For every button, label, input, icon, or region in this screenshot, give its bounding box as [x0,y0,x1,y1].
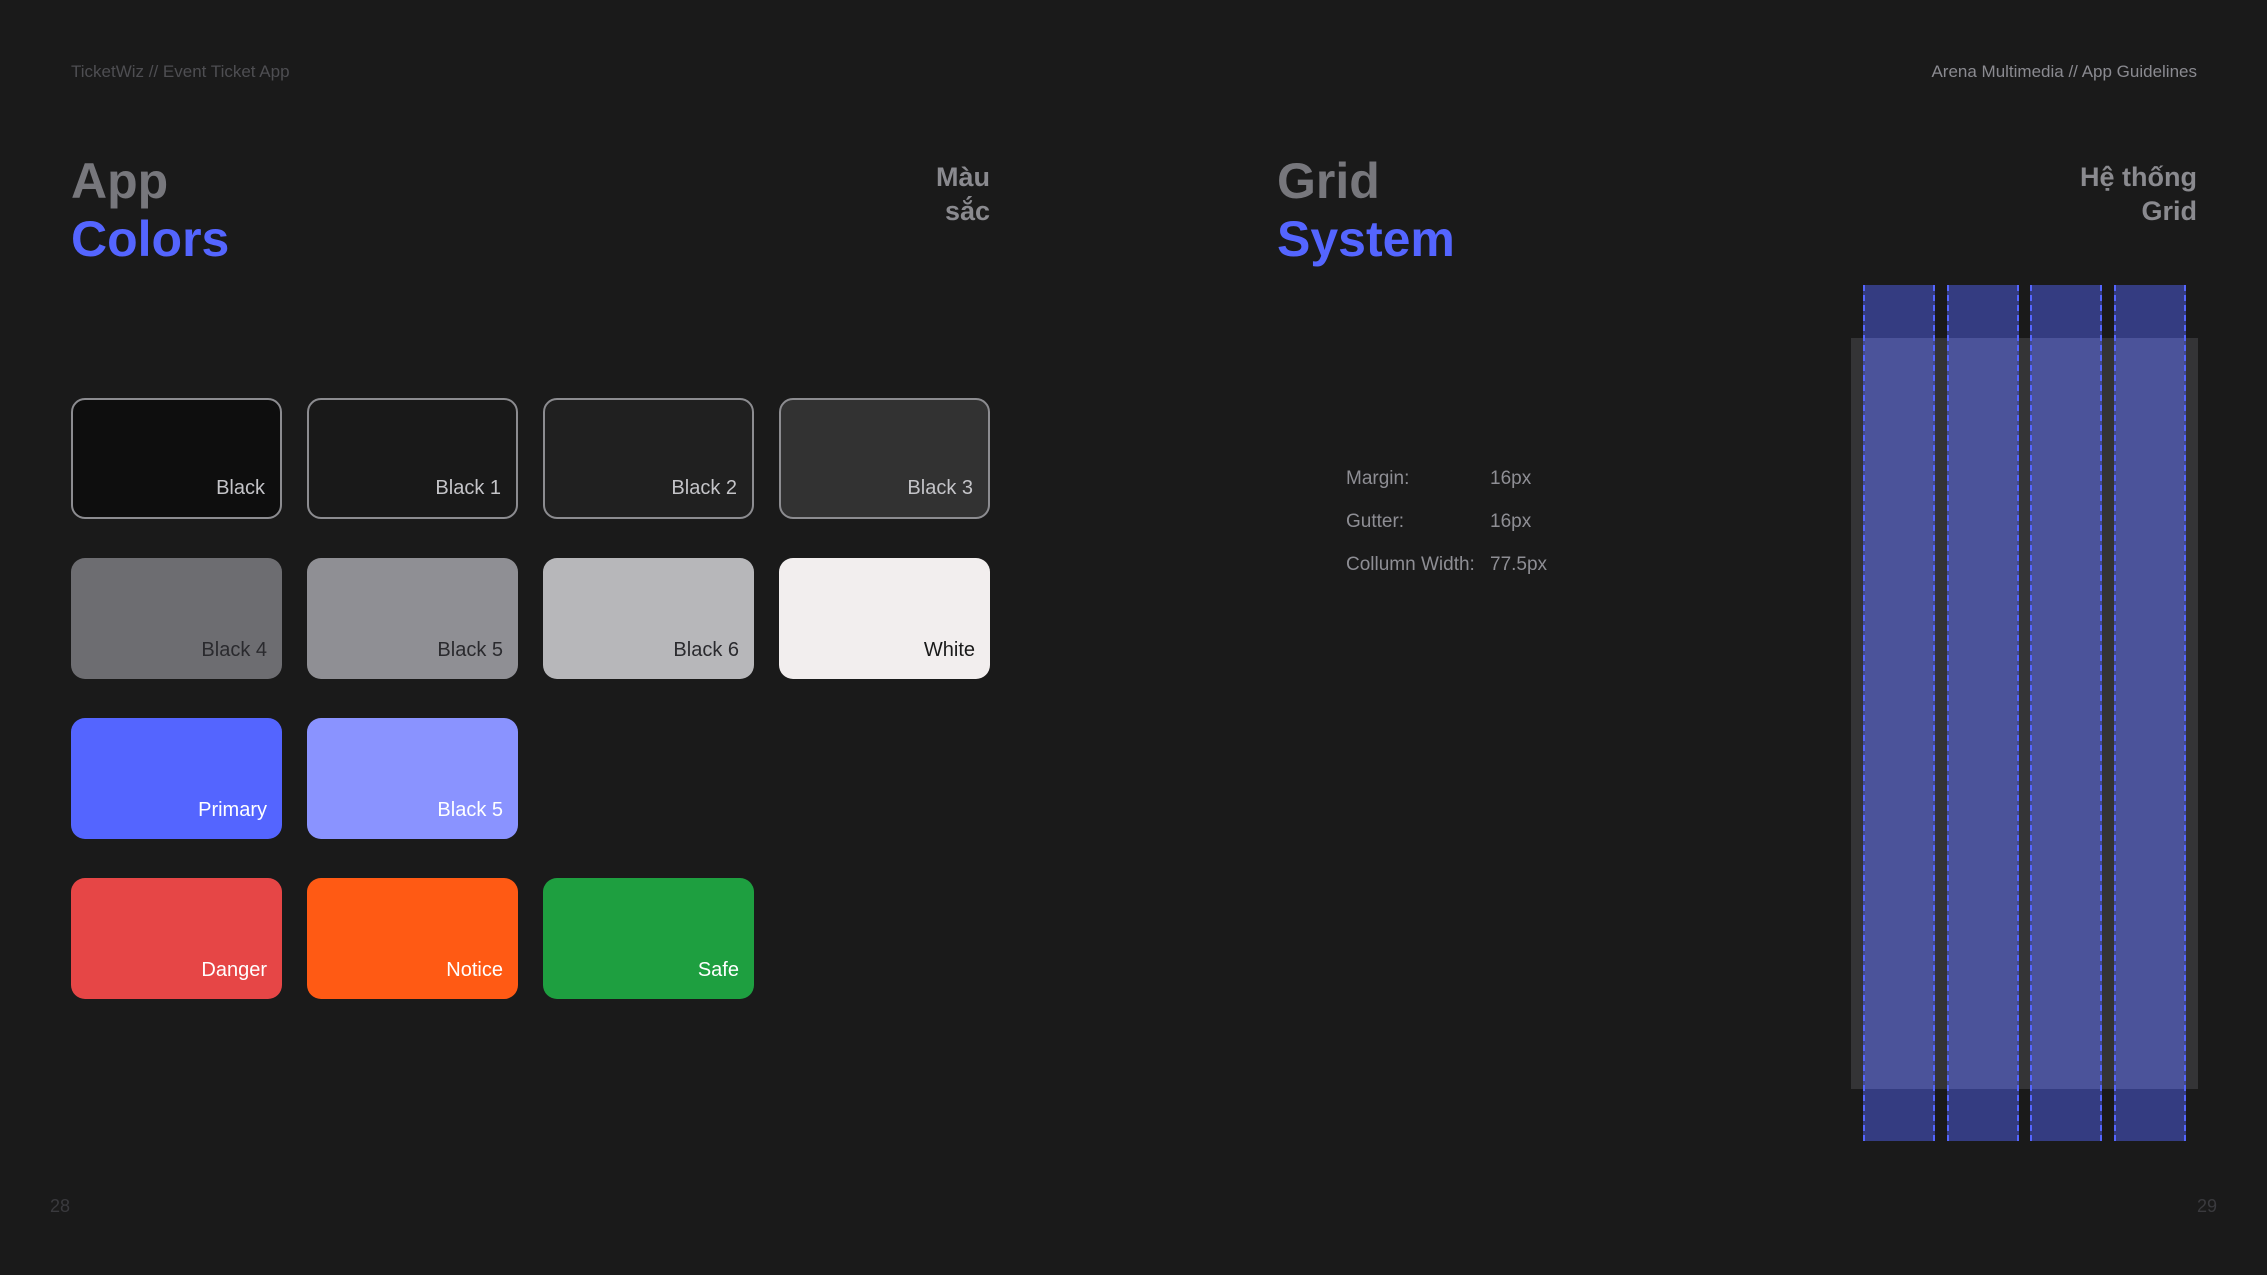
color-swatch: Black 2 [543,398,754,519]
grid-column [1947,285,2019,1141]
grid-title-line2: System [1277,211,1455,267]
color-swatch-label: Black [216,477,265,499]
grid-column-frame-overlap [2116,338,2184,1089]
color-swatch-label: Primary [198,799,267,821]
colors-title-line1: App [71,153,169,209]
color-swatch-label: White [923,639,975,661]
spec-column-width: Collumn Width: 77.5px [1346,554,1547,576]
colors-title-line2: Colors [71,211,230,267]
color-swatch: Notice [307,878,518,999]
spec-column-width-key: Collumn Width: [1346,554,1475,575]
grid-title-line1: Grid [1277,153,1380,209]
spec-gutter: Gutter: 16px [1346,511,1531,533]
spec-margin: Margin: 16px [1346,468,1531,490]
colors-title: App Colors [71,152,229,268]
spec-gutter-value: 16px [1490,511,1532,532]
color-swatch: Black 3 [779,398,990,519]
page-number-right: 29 [2196,1196,2217,1216]
header-left: TicketWiz // Event Ticket App [71,62,290,81]
color-swatch-label: Black 5 [437,799,503,821]
color-swatch-label: Black 6 [673,639,739,661]
grid-column [1863,285,1935,1141]
color-swatch-label: Danger [201,959,267,981]
header-right: Arena Multimedia // App Guidelines [1931,62,2197,81]
spec-gutter-key: Gutter: [1346,511,1405,532]
grid-subtitle-line2: Grid [2141,196,2197,226]
color-swatch-label: Black 3 [907,477,973,499]
color-swatch-label: Notice [446,959,503,981]
color-swatch: Black 5 [307,718,518,839]
color-swatch-label: Black 5 [437,639,503,661]
colors-subtitle-line1: Màu [936,162,990,192]
grid-column-frame-overlap [1949,338,2017,1089]
spec-margin-key: Margin: [1346,468,1410,489]
grid-column-frame-overlap [1865,338,1933,1089]
color-swatch: Black 5 [307,558,518,679]
grid-column [2030,285,2102,1141]
grid-subtitle: Hệ thống Grid [2080,160,2197,228]
color-swatch: Black 4 [71,558,282,679]
grid-column [2114,285,2186,1141]
color-swatch-label: Black 4 [201,639,267,661]
spec-column-width-value: 77.5px [1490,554,1548,575]
color-swatch: Primary [71,718,282,839]
color-swatch-label: Black 1 [435,477,501,499]
color-swatch: Black 1 [307,398,518,519]
grid-subtitle-line1: Hệ thống [2080,162,2197,192]
colors-subtitle-line2: sắc [944,196,990,226]
page-number-left: 28 [50,1196,71,1216]
color-swatch: White [779,558,990,679]
colors-subtitle: Màu sắc [936,160,990,228]
color-swatch-label: Black 2 [671,477,737,499]
color-swatch: Safe [543,878,754,999]
color-swatch-label: Safe [697,959,739,981]
grid-column-frame-overlap [2032,338,2100,1089]
spec-margin-value: 16px [1490,468,1532,489]
grid-title: Grid System [1277,152,1455,268]
color-swatch: Danger [71,878,282,999]
color-swatch: Black 6 [543,558,754,679]
color-swatch: Black [71,398,282,519]
